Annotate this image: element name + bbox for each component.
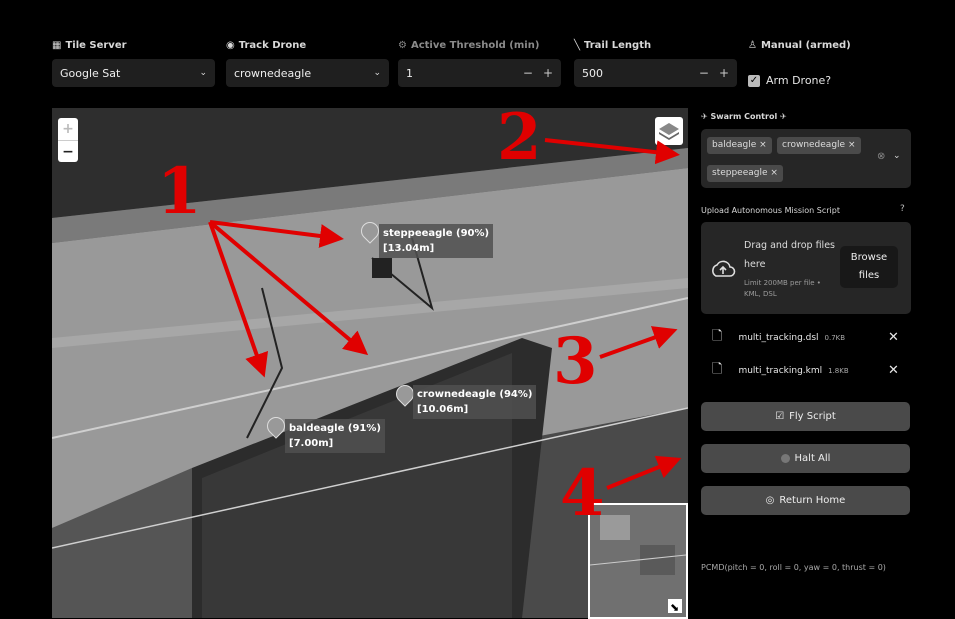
annotation-number-2: 2 — [497, 100, 542, 175]
decrement-button[interactable]: − — [699, 66, 709, 80]
zoom-in-button[interactable]: + — [58, 118, 78, 141]
swarm-multiselect[interactable]: baldeagle × crownedeagle × steppeeagle ×… — [701, 129, 911, 188]
annotation-number-4: 4 — [560, 456, 605, 531]
file-icon: 🗋 — [712, 329, 723, 344]
tile-server-value: Google Sat — [60, 66, 121, 80]
layers-icon — [659, 123, 679, 140]
drag-drop-text: Drag and drop files here — [744, 240, 835, 270]
tile-server-label: ▦ Tile Server — [52, 40, 127, 51]
clear-all-icon[interactable]: ⊗ — [877, 151, 885, 162]
checkbox-check-icon: ✓ — [748, 74, 760, 87]
swarm-control-title: ✈ Swarm Control ✈ — [701, 112, 787, 121]
manual-label-text: Manual (armed) — [760, 40, 851, 51]
increment-button[interactable]: + — [543, 66, 553, 80]
close-icon[interactable]: × — [770, 168, 778, 178]
chevron-down-icon[interactable]: ⌄ — [893, 151, 901, 161]
uploaded-file-row: 🗋 multi_tracking.kml 1.8KB — [712, 362, 849, 380]
active-threshold-label: ⚙ Active Threshold (min) — [398, 40, 539, 51]
ruler-icon: ╲ — [574, 40, 581, 51]
decrement-button[interactable]: − — [523, 66, 533, 80]
pcmd-status: PCMD(pitch = 0, roll = 0, yaw = 0, thrus… — [701, 563, 886, 572]
close-icon[interactable]: × — [759, 140, 767, 150]
return-home-label: Return Home — [779, 495, 846, 506]
upload-title: Upload Autonomous Mission Script — [701, 206, 840, 215]
trail-length-input[interactable]: 500 − + — [574, 59, 737, 87]
arm-drone-label: Arm Drone? — [766, 74, 832, 87]
close-icon[interactable]: ✕ — [888, 330, 899, 345]
track-drone-select[interactable]: crownedeagle ⌄ — [226, 59, 389, 87]
track-drone-label: ◉ Track Drone — [226, 40, 306, 51]
home-icon: ◎ — [765, 495, 775, 506]
chevron-down-icon: ⌄ — [199, 68, 207, 78]
marker-name: steppeeagle (90%) — [383, 228, 490, 239]
drone-icon: ◉ — [226, 40, 235, 51]
halt-all-button[interactable]: Halt All — [701, 444, 910, 473]
fly-script-button[interactable]: ☑ Fly Script — [701, 402, 910, 431]
layers-button[interactable] — [655, 117, 683, 145]
trail-length-label-text: Trail Length — [584, 40, 652, 51]
map-icon: ▦ — [52, 40, 62, 51]
file-size: 1.8KB — [828, 367, 849, 375]
active-threshold-input[interactable]: 1 − + — [398, 59, 561, 87]
trail-length-value: 500 — [582, 66, 603, 80]
arm-drone-checkbox[interactable]: ✓ Arm Drone? — [748, 74, 831, 87]
chip-label: baldeagle — [712, 140, 757, 150]
annotation-number-3: 3 — [553, 324, 598, 399]
marker-name: crownedeagle (94%) — [417, 389, 533, 400]
swarm-chip-steppeeagle[interactable]: steppeeagle × — [707, 165, 783, 182]
file-size: 0.7KB — [824, 334, 846, 342]
swarm-chip-baldeagle[interactable]: baldeagle × — [707, 137, 772, 154]
tile-server-label-text: Tile Server — [65, 40, 127, 51]
trail-length-label: ╲ Trail Length — [574, 40, 651, 51]
steppeeagle-marker-label[interactable]: steppeeagle (90%) [13.04m] — [379, 224, 494, 258]
marker-name: baldeagle (91%) — [289, 423, 381, 434]
track-drone-label-text: Track Drone — [238, 40, 307, 51]
chevron-down-icon: ⌄ — [373, 68, 381, 78]
fly-icon: ☑ — [775, 411, 785, 422]
marker-distance: [10.06m] — [417, 404, 469, 415]
baldeagle-marker-label[interactable]: baldeagle (91%) [7.00m] — [285, 419, 385, 453]
file-name: multi_tracking.dsl — [738, 333, 819, 343]
file-dropzone[interactable]: Drag and drop files here Limit 200MB per… — [701, 222, 911, 314]
track-drone-value: crownedeagle — [234, 66, 312, 80]
uploaded-file-row: 🗋 multi_tracking.dsl 0.7KB — [712, 329, 845, 347]
active-threshold-value: 1 — [406, 66, 413, 80]
annotation-number-1: 1 — [157, 154, 202, 229]
cloud-upload-icon — [712, 260, 736, 277]
threshold-icon: ⚙ — [398, 40, 407, 51]
return-home-button[interactable]: ◎ Return Home — [701, 486, 910, 515]
chip-label: steppeeagle — [712, 168, 768, 178]
increment-button[interactable]: + — [719, 66, 729, 80]
chip-label: crownedeagle — [782, 140, 846, 150]
halt-all-label: Halt All — [794, 453, 831, 464]
file-name: multi_tracking.kml — [738, 366, 823, 376]
stop-icon — [780, 454, 790, 463]
marker-distance: [13.04m] — [383, 243, 435, 254]
tile-server-select[interactable]: Google Sat ⌄ — [52, 59, 215, 87]
manual-label: ♙ Manual (armed) — [748, 40, 851, 51]
active-threshold-label-text: Active Threshold (min) — [410, 40, 540, 51]
swarm-chip-crownedeagle[interactable]: crownedeagle × — [777, 137, 861, 154]
close-icon[interactable]: × — [848, 140, 856, 150]
swarm-control-title-text: Swarm Control — [710, 112, 778, 121]
expand-icon: ⬊ — [670, 601, 679, 614]
fly-script-label: Fly Script — [789, 411, 836, 422]
upload-limit-text: Limit 200MB per file • KML, DSL — [744, 279, 821, 298]
marker-distance: [7.00m] — [289, 438, 334, 449]
joystick-icon: ♙ — [748, 40, 757, 51]
zoom-out-button[interactable]: − — [58, 141, 78, 163]
browse-files-button[interactable]: Browse files — [840, 246, 898, 288]
crownedeagle-marker-label[interactable]: crownedeagle (94%) [10.06m] — [413, 385, 537, 419]
help-icon[interactable]: ? — [900, 204, 905, 214]
close-icon[interactable]: ✕ — [888, 363, 899, 378]
file-icon: 🗋 — [712, 362, 723, 377]
zoom-control: + − — [58, 118, 78, 162]
